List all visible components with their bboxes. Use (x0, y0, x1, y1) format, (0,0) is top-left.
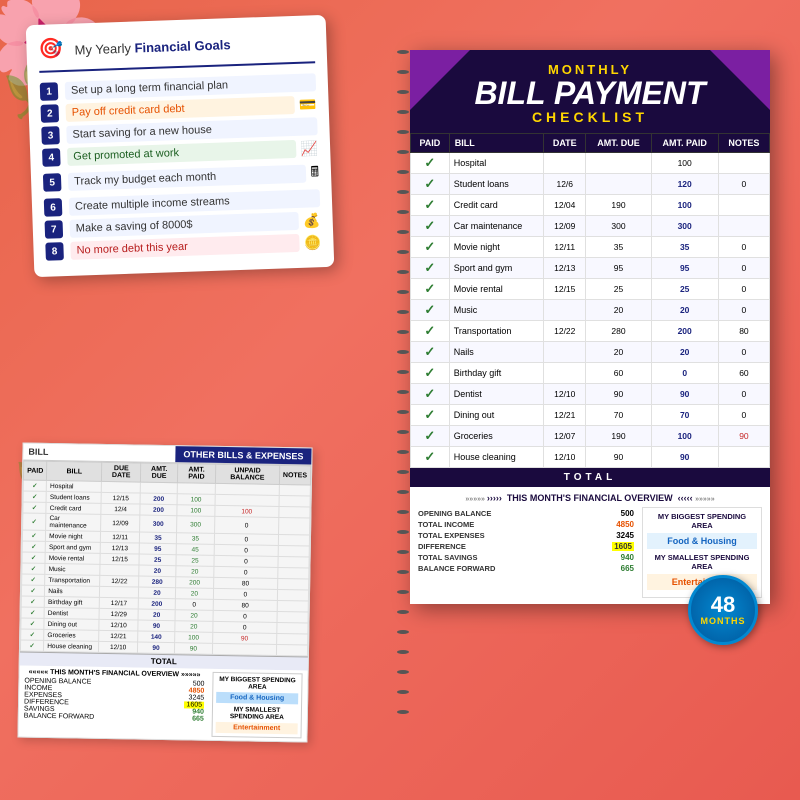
col-bill: BILL (449, 134, 543, 153)
coins-icon: 🪙 (304, 234, 322, 252)
goals-card: 🎯 My Yearly Financial Goals 1 Set up a l… (26, 15, 335, 277)
col-due: DUE DATE (102, 462, 141, 482)
biggest-spending-value: Food & Housing (647, 533, 757, 549)
overview-title: ››››› THIS MONTH'S FINANCIAL OVERVIEW ‹‹… (418, 493, 762, 503)
target-icon: 🎯 (38, 36, 67, 65)
overview-row-forward: BALANCE FORWARD 665 (418, 564, 634, 573)
table-row: ✓ Transportation12/2228020080 (411, 321, 770, 342)
bill-payment-card: MONTHLY BILL PAYMENT CHECKLIST PAID BILL… (410, 50, 770, 604)
badge-text: MONTHS (701, 616, 746, 626)
growth-icon: 📈 (300, 140, 318, 158)
table-row: ✓ Groceries12/0719010090 (411, 426, 770, 447)
table-row: ✓ Car maintenance12/09300300 (411, 216, 770, 237)
nb-smallest-label: MY SMALLEST SPENDING AREA (216, 706, 298, 721)
col-amt-paid: AMT. PAID (177, 464, 215, 484)
table-row: ✓ Sport and gym12/1395950 (411, 258, 770, 279)
col-date: DATE (544, 134, 586, 153)
overview-row-expenses: TOTAL EXPENSES 3245 (418, 531, 634, 540)
nb-label-forward: BALANCE FORWARD (24, 713, 95, 721)
goals-list: 1 Set up a long term financial plan 2 Pa… (40, 73, 322, 261)
table-row: ✓ Nails20200 (411, 342, 770, 363)
goals-title: My Yearly Financial Goals (74, 37, 231, 57)
table-row: ✓ Dining out12/2170700 (411, 405, 770, 426)
table-row: ✓ Hospital100 (411, 153, 770, 174)
overview-row-income: TOTAL INCOME 4850 (418, 520, 634, 529)
table-row: ✓ Music20200 (411, 300, 770, 321)
bill-title: BILL PAYMENT (420, 77, 760, 109)
table-row: ✓ Movie rental12/1525250 (411, 279, 770, 300)
table-row: ✓ Birthday gift60060 (411, 363, 770, 384)
col-amt-due: AMT. DUE (586, 134, 651, 153)
spiral-binding (396, 50, 410, 690)
table-row: ✓ Movie night12/1135350 (411, 237, 770, 258)
months-badge: 48 MONTHS (688, 575, 758, 645)
calculator-icon: 🖩 (310, 161, 319, 185)
nb-biggest-label: MY BIGGEST SPENDING AREA (216, 676, 298, 691)
col-unpaid: UNPAID BALANCE (215, 464, 279, 484)
nb-right-title: OTHER BILLS & EXPENSES (175, 446, 311, 464)
bill-table: PAID BILL DATE AMT. DUE AMT. PAID NOTES … (410, 133, 770, 468)
col-amt-paid: AMT. PAID (651, 134, 718, 153)
table-row: ✓ Student loans12/61200 (411, 174, 770, 195)
overview-left: OPENING BALANCE 500 TOTAL INCOME 4850 TO… (418, 507, 634, 598)
col-paid: PAID (23, 461, 47, 480)
small-notebook: BILL OTHER BILLS & EXPENSES PAID BILL DU… (17, 442, 312, 742)
nb-smallest-value: Entertainment (216, 722, 298, 734)
col-bill: BILL (47, 461, 102, 481)
money-bag-icon: 💰 (303, 212, 321, 230)
nb-table: PAID BILL DUE DATE AMT. DUE AMT. PAID UN… (20, 461, 311, 657)
biggest-title: MY BIGGEST SPENDING AREA (647, 512, 757, 530)
nb-biggest-value: Food & Housing (216, 692, 298, 704)
overview-row-savings: TOTAL SAVINGS 940 (418, 553, 634, 562)
badge-number: 48 (711, 594, 735, 616)
total-row: TOTAL (410, 468, 770, 487)
nb-left-title: BILL (23, 444, 175, 463)
col-paid: PAID (411, 134, 450, 153)
overview-row-balance: OPENING BALANCE 500 (418, 509, 634, 518)
table-row: ✓ House cleaning12/109090 (411, 447, 770, 468)
col-notes: NOTES (718, 134, 769, 153)
bill-table-container: PAID BILL DATE AMT. DUE AMT. PAID NOTES … (410, 133, 770, 487)
bill-header: MONTHLY BILL PAYMENT CHECKLIST (410, 50, 770, 133)
col-amt-due: AMT. DUE (141, 463, 178, 483)
credit-card-icon: 💳 (299, 96, 317, 114)
smallest-title: MY SMALLEST SPENDING AREA (647, 553, 757, 571)
col-notes: NOTES (279, 465, 310, 485)
table-row: ✓ Credit card12/04190100 (411, 195, 770, 216)
table-row: ✓ Dentist12/1090900 (411, 384, 770, 405)
overview-row-diff: DIFFERENCE 1605 (418, 542, 634, 551)
bill-subtitle: CHECKLIST (420, 109, 760, 125)
nb-overview: ««««« THIS MONTH'S FINANCIAL OVERVIEW »»… (18, 665, 307, 741)
nb-val-forward: 665 (192, 715, 204, 722)
goals-header: 🎯 My Yearly Financial Goals (38, 27, 315, 73)
